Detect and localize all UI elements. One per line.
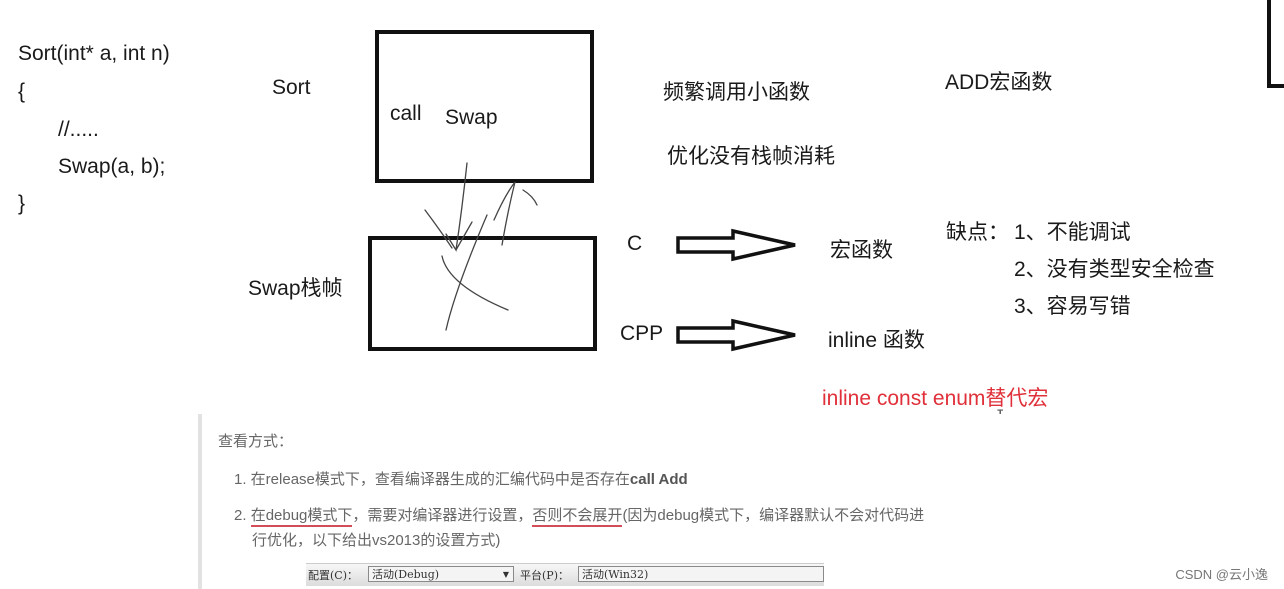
- config-value: 活动(Debug): [372, 568, 440, 581]
- scribble-stroke: [424, 209, 453, 249]
- drawback-item: 2、没有类型安全检查: [1014, 258, 1215, 281]
- replace-macro-note: inline const enum替代宏: [822, 387, 1049, 410]
- cpp-language-label: CPP: [620, 322, 664, 345]
- drawbacks-title: 缺点：: [946, 221, 1009, 244]
- platform-label: 平台(P)：: [520, 569, 569, 582]
- config-label: 配置(C)：: [308, 569, 358, 582]
- quote-item-2-number: 2.: [234, 507, 251, 524]
- quote-item-2-mid: ，需要对编译器进行设置，: [352, 507, 533, 524]
- call-arrow-stroke: [445, 162, 473, 252]
- note-add-macro: ADD宏函数: [945, 71, 1053, 94]
- quote-item-2: 2. 在debug模式下，需要对编译器进行设置，否则不会展开(因为debug模式…: [234, 504, 925, 527]
- quote-item-2-underline-1: 在debug模式下: [250, 507, 353, 527]
- return-arrow-stroke: [493, 181, 538, 246]
- quote-item-2-line-2: 行优化，以下给出vs2013的设置方式): [252, 532, 501, 549]
- quote-item-1-bold: call Add: [629, 471, 688, 488]
- drawback-item: 1、不能调试: [1014, 221, 1131, 244]
- macro-function-label: 宏函数: [830, 239, 893, 262]
- cpp-to-inline-arrow-icon: [676, 318, 796, 352]
- quote-item-2-underline-2: 否则不会展开: [532, 507, 623, 527]
- c-to-macro-arrow-icon: [676, 228, 796, 262]
- note-frequent-small-functions: 频繁调用小函数: [663, 81, 810, 104]
- c-language-label: C: [627, 232, 643, 255]
- config-select[interactable]: 活动(Debug) ▼: [368, 566, 514, 582]
- cross-stroke-2: [441, 255, 509, 311]
- note-optimize-no-frame: 优化没有栈帧消耗: [667, 145, 835, 168]
- quote-item-2-rest: (因为debug模式下，编译器默认不会对代码进: [622, 507, 925, 524]
- offscreen-box: [1267, 0, 1284, 88]
- quote-item-1-text: 1. 在release模式下，查看编译器生成的汇编代码中是否存在: [234, 471, 630, 488]
- inline-function-label: inline 函数: [828, 329, 925, 352]
- quote-heading: 查看方式：: [218, 433, 294, 450]
- vs-config-toolbar: 配置(C)： 活动(Debug) ▼ 平台(P)： 活动(Win32): [306, 563, 824, 586]
- quote-item-1: 1. 在release模式下，查看编译器生成的汇编代码中是否存在call Add: [234, 468, 688, 489]
- chevron-down-icon: ▼: [502, 570, 509, 579]
- drawback-item: 3、容易写错: [1014, 295, 1131, 318]
- platform-value: 活动(Win32): [582, 568, 649, 581]
- platform-select[interactable]: 活动(Win32): [578, 566, 824, 582]
- csdn-watermark: CSDN @云小逸: [1175, 567, 1268, 582]
